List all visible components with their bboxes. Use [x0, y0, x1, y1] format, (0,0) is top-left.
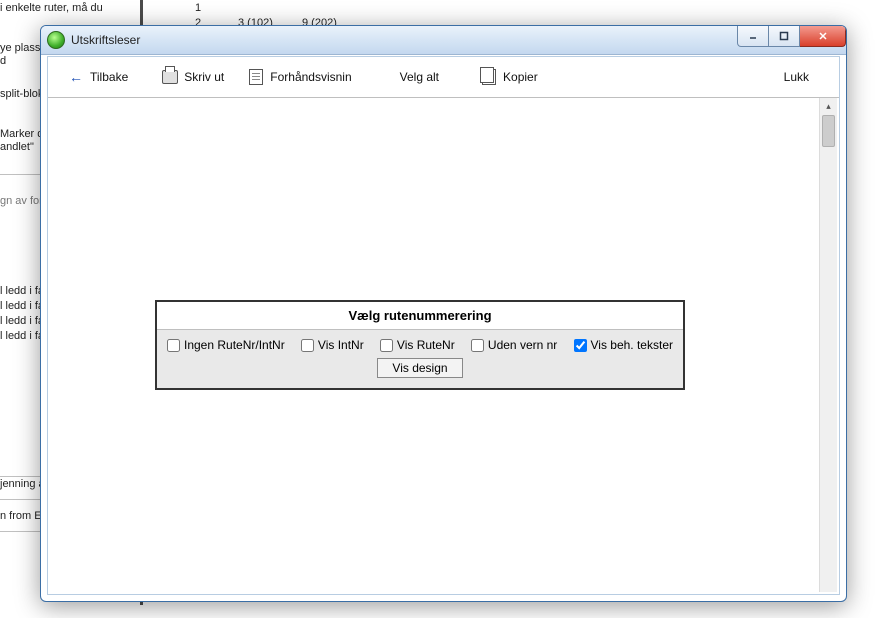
checkbox-input-opt1[interactable]	[167, 339, 180, 352]
checkbox-input-opt5[interactable]	[574, 339, 587, 352]
copy-icon	[481, 69, 497, 85]
window-minimize-button[interactable]	[737, 26, 769, 47]
print-button[interactable]: Skriv ut	[156, 65, 230, 89]
select-all-label: Velg alt	[400, 70, 439, 84]
app-icon	[47, 31, 65, 49]
close-button-label: Lukk	[784, 70, 809, 84]
checkbox-opt4[interactable]: Uden vern nr	[471, 338, 557, 352]
print-button-label: Skriv ut	[184, 70, 224, 84]
back-button[interactable]: ← Tilbake	[62, 65, 134, 89]
preview-button[interactable]: Forhåndsvisnin	[242, 65, 357, 89]
bg-text: l ledd i fa	[0, 330, 44, 342]
printer-icon	[162, 69, 178, 85]
copy-button-label: Kopier	[503, 70, 538, 84]
select-all-button[interactable]: Velg alt	[394, 66, 445, 88]
scroll-up-arrow[interactable]: ▴	[820, 98, 837, 115]
print-reader-window: Utskriftsleser ← Tilbake Skriv ut	[40, 25, 847, 602]
window-client-area: ← Tilbake Skriv ut Forhåndsvisnin Velg a…	[47, 56, 840, 595]
bg-text: l ledd i fa	[0, 285, 44, 297]
checkbox-label-opt4: Uden vern nr	[488, 338, 557, 352]
bg-text: jenning a	[0, 478, 45, 490]
checkbox-label-opt2: Vis IntNr	[318, 338, 364, 352]
checkbox-label-opt1: Ingen RuteNr/IntNr	[184, 338, 285, 352]
bg-cell: 1	[195, 2, 201, 14]
bg-text: ye plass	[0, 42, 40, 54]
checkbox-input-opt2[interactable]	[301, 339, 314, 352]
titlebar[interactable]: Utskriftsleser	[41, 26, 846, 55]
checkbox-opt2[interactable]: Vis IntNr	[301, 338, 364, 352]
window-close-button[interactable]	[800, 26, 846, 47]
bg-text: andlet"	[0, 141, 34, 153]
window-maximize-button[interactable]	[769, 26, 800, 47]
toolbar: ← Tilbake Skriv ut Forhåndsvisnin Velg a…	[48, 57, 839, 98]
arrow-left-icon: ←	[68, 69, 84, 85]
checkbox-opt3[interactable]: Vis RuteNr	[380, 338, 455, 352]
dialog-heading: Vælg rutenummerering	[157, 302, 683, 330]
content-inner: Vælg rutenummerering Ingen RuteNr/IntNr …	[50, 100, 819, 592]
bg-text: l ledd i fa	[0, 315, 44, 327]
checkbox-label-opt5: Vis beh. tekster	[591, 338, 674, 352]
window-title: Utskriftsleser	[71, 33, 140, 47]
checkbox-input-opt4[interactable]	[471, 339, 484, 352]
bg-text: split-blok	[0, 88, 43, 100]
document-icon	[248, 69, 264, 85]
checkbox-input-opt3[interactable]	[380, 339, 393, 352]
checkbox-opt1[interactable]: Ingen RuteNr/IntNr	[167, 338, 285, 352]
bg-text: d	[0, 55, 6, 67]
copy-button[interactable]: Kopier	[475, 65, 544, 89]
checkbox-row: Ingen RuteNr/IntNr Vis IntNr Vis RuteNr	[157, 330, 683, 356]
back-button-label: Tilbake	[90, 70, 128, 84]
show-design-button[interactable]: Vis design	[377, 358, 462, 378]
route-numbering-dialog: Vælg rutenummerering Ingen RuteNr/IntNr …	[155, 300, 685, 390]
scroll-thumb[interactable]	[822, 115, 835, 147]
content-area: Vælg rutenummerering Ingen RuteNr/IntNr …	[48, 98, 819, 594]
close-button[interactable]: Lukk	[754, 66, 839, 88]
checkbox-label-opt3: Vis RuteNr	[397, 338, 455, 352]
checkbox-opt5[interactable]: Vis beh. tekster	[574, 338, 674, 352]
preview-button-label: Forhåndsvisnin	[270, 70, 351, 84]
bg-text: i enkelte ruter, må du	[0, 2, 103, 14]
vertical-scrollbar[interactable]: ▴	[819, 98, 837, 592]
bg-text: l ledd i fa	[0, 300, 44, 312]
